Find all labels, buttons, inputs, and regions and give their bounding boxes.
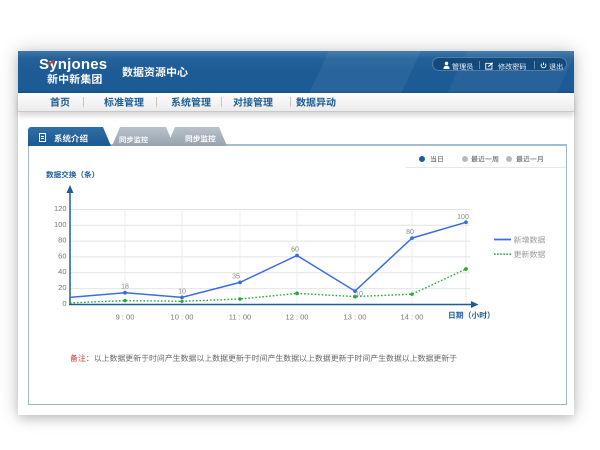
svg-text:120: 120	[54, 204, 67, 213]
svg-text:60: 60	[291, 247, 299, 254]
svg-text:35: 35	[232, 273, 240, 280]
svg-text:10 : 00: 10 : 00	[171, 313, 194, 322]
svg-text:100: 100	[54, 220, 67, 229]
svg-text:10: 10	[178, 288, 186, 295]
svg-text:100: 100	[457, 214, 469, 221]
svg-text:60: 60	[58, 251, 66, 260]
svg-text:18: 18	[121, 284, 129, 291]
svg-text:40: 40	[58, 267, 66, 276]
svg-text:11 : 00: 11 : 00	[229, 313, 251, 322]
svg-text:80: 80	[58, 236, 66, 245]
svg-text:9 : 00: 9 : 00	[116, 313, 135, 322]
svg-text:13 : 00: 13 : 00	[344, 313, 367, 322]
svg-text:80: 80	[406, 229, 414, 236]
svg-text:10: 10	[355, 291, 363, 298]
svg-text:0: 0	[62, 299, 66, 308]
svg-text:14 : 00: 14 : 00	[401, 313, 424, 322]
svg-text:12 : 00: 12 : 00	[286, 313, 309, 322]
svg-text:20: 20	[58, 283, 66, 292]
